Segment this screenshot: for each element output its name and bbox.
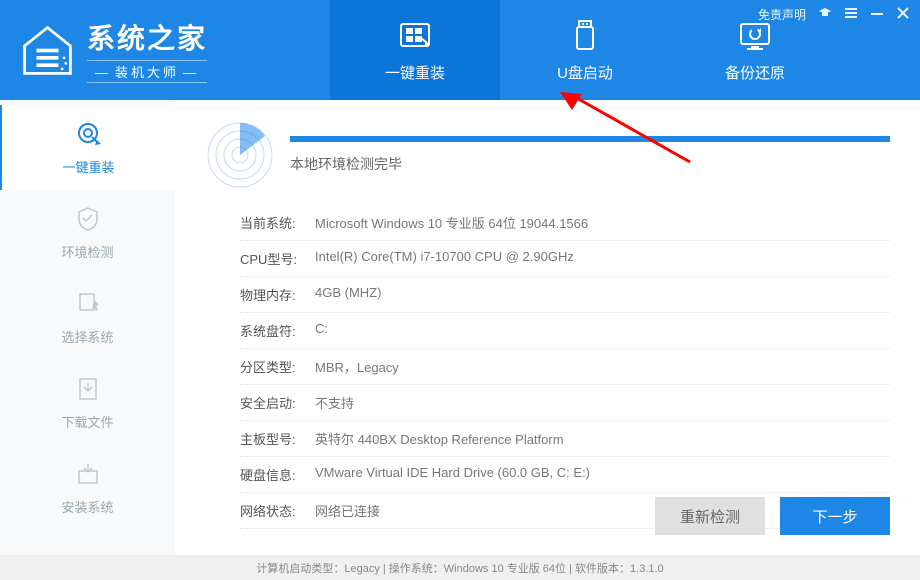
progress-bar [290, 136, 890, 142]
sidebar-item-download[interactable]: 下载文件 [0, 360, 175, 445]
app-subtitle: 装机大师 [87, 60, 207, 83]
info-row-memory: 物理内存:4GB (MHZ) [240, 277, 890, 313]
header: 系统之家 装机大师 一键重装 U盘启动 备份还原 免责声明 [0, 0, 920, 100]
sidebar: 一键重装 环境检测 选择系统 下载文件 安装系统 [0, 100, 175, 555]
info-table: 当前系统:Microsoft Windows 10 专业版 64位 19044.… [240, 205, 890, 529]
info-row-cpu: CPU型号:Intel(R) Core(TM) i7-10700 CPU @ 2… [240, 241, 890, 277]
status-bar: 计算机启动类型：Legacy | 操作系统：Windows 10 专业版 64位… [0, 555, 920, 580]
app-logo-icon [20, 23, 75, 78]
graduate-icon[interactable] [818, 6, 832, 23]
tab-label: 备份还原 [725, 62, 785, 83]
shield-check-icon [73, 204, 103, 234]
install-icon [73, 459, 103, 489]
tab-reinstall[interactable]: 一键重装 [330, 0, 500, 100]
scan-status: 本地环境检测完毕 [290, 154, 890, 174]
info-row-motherboard: 主板型号:英特尔 440BX Desktop Reference Platfor… [240, 421, 890, 457]
info-row-secure-boot: 安全启动:不支持 [240, 385, 890, 421]
window-controls: 免责声明 [758, 6, 910, 23]
radar-icon [205, 120, 275, 190]
next-button[interactable]: 下一步 [780, 497, 890, 535]
minimize-button[interactable] [870, 6, 884, 23]
info-row-os: 当前系统:Microsoft Windows 10 专业版 64位 19044.… [240, 205, 890, 241]
tab-label: 一键重装 [385, 62, 445, 83]
download-icon [73, 374, 103, 404]
rescan-button[interactable]: 重新检测 [655, 497, 765, 535]
sidebar-item-label: 选择系统 [61, 327, 113, 346]
sidebar-item-label: 环境检测 [61, 242, 113, 261]
sidebar-item-label: 安装系统 [61, 497, 113, 516]
tab-usb-boot[interactable]: U盘启动 [500, 0, 670, 100]
tab-label: U盘启动 [557, 62, 613, 83]
info-row-partition: 分区类型:MBR，Legacy [240, 349, 890, 385]
action-buttons: 重新检测 下一步 [655, 497, 890, 535]
target-icon [74, 119, 104, 149]
sidebar-item-reinstall[interactable]: 一键重装 [0, 105, 175, 190]
menu-icon[interactable] [844, 6, 858, 23]
windows-reinstall-icon [397, 18, 433, 54]
sidebar-item-label: 下载文件 [61, 412, 113, 431]
usb-icon [567, 18, 603, 54]
sidebar-item-env-check[interactable]: 环境检测 [0, 190, 175, 275]
select-icon [73, 289, 103, 319]
disclaimer-link[interactable]: 免责声明 [758, 6, 806, 23]
main-panel: 本地环境检测完毕 当前系统:Microsoft Windows 10 专业版 6… [175, 100, 920, 555]
body: 一键重装 环境检测 选择系统 下载文件 安装系统 [0, 100, 920, 555]
info-row-system-drive: 系统盘符:C: [240, 313, 890, 349]
sidebar-item-label: 一键重装 [62, 157, 114, 176]
logo-area: 系统之家 装机大师 [0, 0, 330, 100]
close-button[interactable] [896, 6, 910, 23]
scan-row: 本地环境检测完毕 [205, 120, 890, 190]
info-row-disk: 硬盘信息:VMware Virtual IDE Hard Drive (60.0… [240, 457, 890, 493]
sidebar-item-install[interactable]: 安装系统 [0, 445, 175, 530]
sidebar-item-select-system[interactable]: 选择系统 [0, 275, 175, 360]
app-title: 系统之家 [87, 17, 207, 57]
